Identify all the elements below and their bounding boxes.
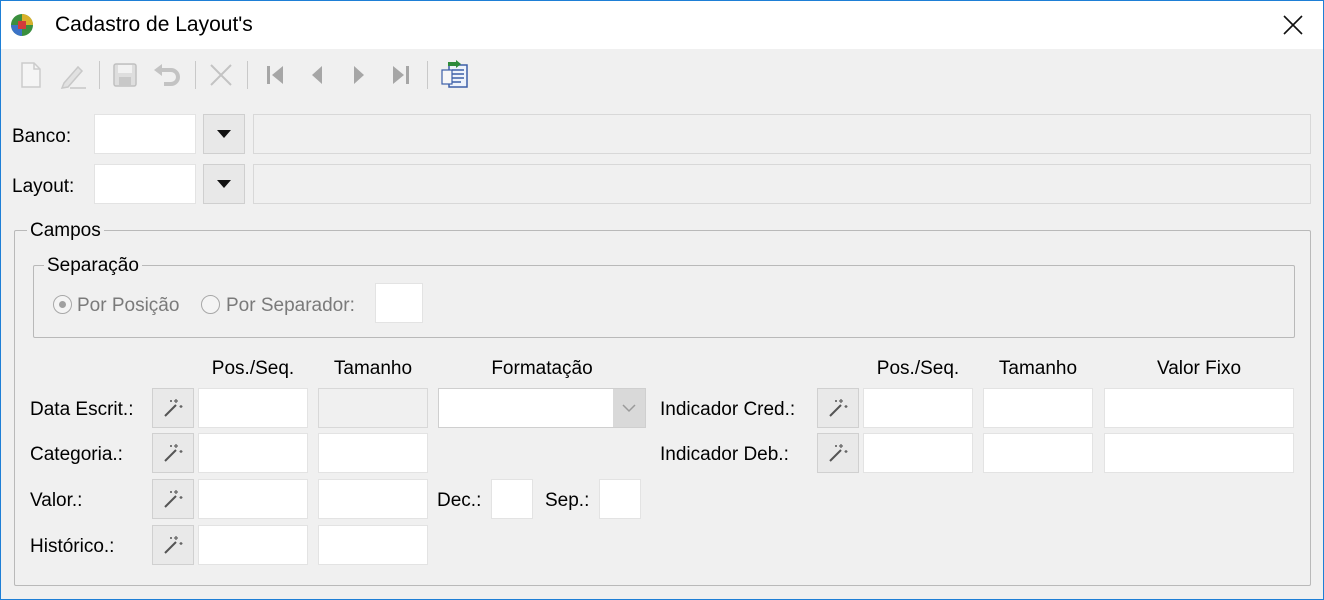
separacao-group [33,265,1295,338]
pos-seq-header: Pos./Seq. [211,358,295,379]
toolbar-separator [427,61,428,89]
app-logo-icon [11,14,33,36]
import-export-icon [441,60,468,88]
dec-label: Dec.: [437,490,482,511]
dec-input[interactable] [491,479,533,519]
magic-wand-icon [829,399,848,417]
layout-label: Layout: [12,176,75,197]
por-separador-label: Por Separador: [226,295,355,316]
edit-icon [60,65,86,89]
banco-description-field [253,114,1311,154]
layout-description-field [253,164,1311,204]
separador-input[interactable] [375,283,423,323]
indicador-deb-label: Indicador Deb.: [660,444,789,465]
valor-fixo-header: Valor Fixo [1156,358,1242,379]
layout-code-input[interactable] [94,164,196,204]
data-escrit-formatacao-select[interactable] [438,388,646,428]
first-record-icon [267,66,283,84]
previous-record-button[interactable] [301,59,333,91]
toolbar-separator [99,61,100,89]
categoria-pos-seq-input[interactable] [198,433,308,473]
close-icon [1283,15,1303,35]
title-bar: Cadastro de Layout's [1,1,1323,49]
delete-button[interactable] [205,59,237,91]
banco-label: Banco: [12,126,72,147]
save-button[interactable] [109,59,141,91]
chevron-down-icon [217,180,231,188]
data-escrit-wizard-button[interactable] [152,388,194,428]
indicador-cred-label: Indicador Cred.: [660,399,796,420]
separacao-group-title: Separação [44,255,142,277]
magic-wand-icon [829,444,848,462]
last-record-icon [393,66,409,84]
banco-code-input[interactable] [94,114,196,154]
window: Cadastro de Layout's Banco: Layout: Camp… [0,0,1324,600]
indicador-deb-tamanho-input[interactable] [983,433,1093,473]
radio-selected-dot [59,301,66,308]
magic-wand-icon [164,444,183,462]
data-escrit-label: Data Escrit.: [30,399,134,420]
last-record-button[interactable] [385,59,417,91]
categoria-tamanho-input[interactable] [318,433,428,473]
next-record-icon [354,66,364,84]
magic-wand-icon [164,536,183,554]
valor-wizard-button[interactable] [152,479,194,519]
historico-label: Histórico.: [30,536,115,557]
historico-tamanho-input[interactable] [318,525,428,565]
valor-label: Valor.: [30,490,83,511]
indicador-cred-tamanho-input[interactable] [983,388,1093,428]
chevron-down-icon [217,130,231,138]
indicador-deb-pos-seq-input[interactable] [863,433,973,473]
indicador-cred-valor-fixo-input[interactable] [1104,388,1294,428]
import-export-button[interactable] [439,59,471,91]
edit-button[interactable] [57,59,89,91]
campos-group-title: Campos [27,220,104,242]
save-icon [113,63,137,87]
data-escrit-pos-seq-input[interactable] [198,388,308,428]
por-separador-radio[interactable] [201,295,220,314]
valor-pos-seq-input[interactable] [198,479,308,519]
pos-seq-header-right: Pos./Seq. [876,358,960,379]
delete-icon [210,64,232,86]
tamanho-header: Tamanho [333,358,413,379]
chevron-down-icon [622,404,636,413]
categoria-wizard-button[interactable] [152,433,194,473]
toolbar-separator [247,61,248,89]
indicador-deb-valor-fixo-input[interactable] [1104,433,1294,473]
magic-wand-icon [164,490,183,508]
undo-icon [154,64,180,86]
valor-tamanho-input[interactable] [318,479,428,519]
historico-pos-seq-input[interactable] [198,525,308,565]
historico-wizard-button[interactable] [152,525,194,565]
sep-label: Sep.: [545,490,590,511]
categoria-label: Categoria.: [30,444,123,465]
toolbar-separator [195,61,196,89]
window-title: Cadastro de Layout's [55,13,253,36]
tamanho-header-right: Tamanho [998,358,1078,379]
indicador-cred-wizard-button[interactable] [817,388,859,428]
magic-wand-icon [164,399,183,417]
indicador-cred-pos-seq-input[interactable] [863,388,973,428]
por-posicao-label: Por Posição [77,295,180,316]
combo-arrow [613,389,645,427]
formatacao-header: Formatação [491,358,593,379]
toolbar [1,49,1323,103]
indicador-deb-wizard-button[interactable] [817,433,859,473]
por-posicao-radio[interactable] [53,295,72,314]
undo-button[interactable] [151,59,183,91]
banco-dropdown-button[interactable] [203,114,245,154]
new-icon [21,62,41,88]
next-record-button[interactable] [343,59,375,91]
new-button[interactable] [15,59,47,91]
previous-record-icon [312,66,322,84]
layout-dropdown-button[interactable] [203,164,245,204]
sep-input[interactable] [599,479,641,519]
first-record-button[interactable] [259,59,291,91]
data-escrit-tamanho-input [318,388,428,428]
close-button[interactable] [1271,7,1315,43]
